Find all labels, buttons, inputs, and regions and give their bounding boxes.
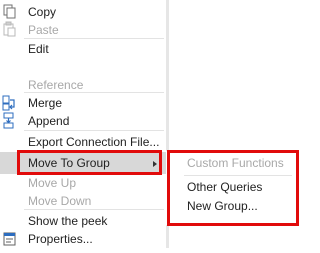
menu-item-append[interactable]: Append [0,110,166,132]
highlight-box-move-to-group [17,150,162,175]
menu-item-properties-label: Properties... [28,232,93,246]
menu-item-append-label: Append [28,114,70,128]
append-icon [0,110,20,132]
highlight-box-submenu [167,150,299,226]
menu-item-properties[interactable]: Properties... [0,228,166,250]
properties-icon [0,228,20,250]
context-menu: Copy Paste Edit Reference Merge Append E… [0,0,166,248]
menu-item-edit-label: Edit [28,42,49,56]
menu-item-edit[interactable]: Edit [0,38,166,60]
